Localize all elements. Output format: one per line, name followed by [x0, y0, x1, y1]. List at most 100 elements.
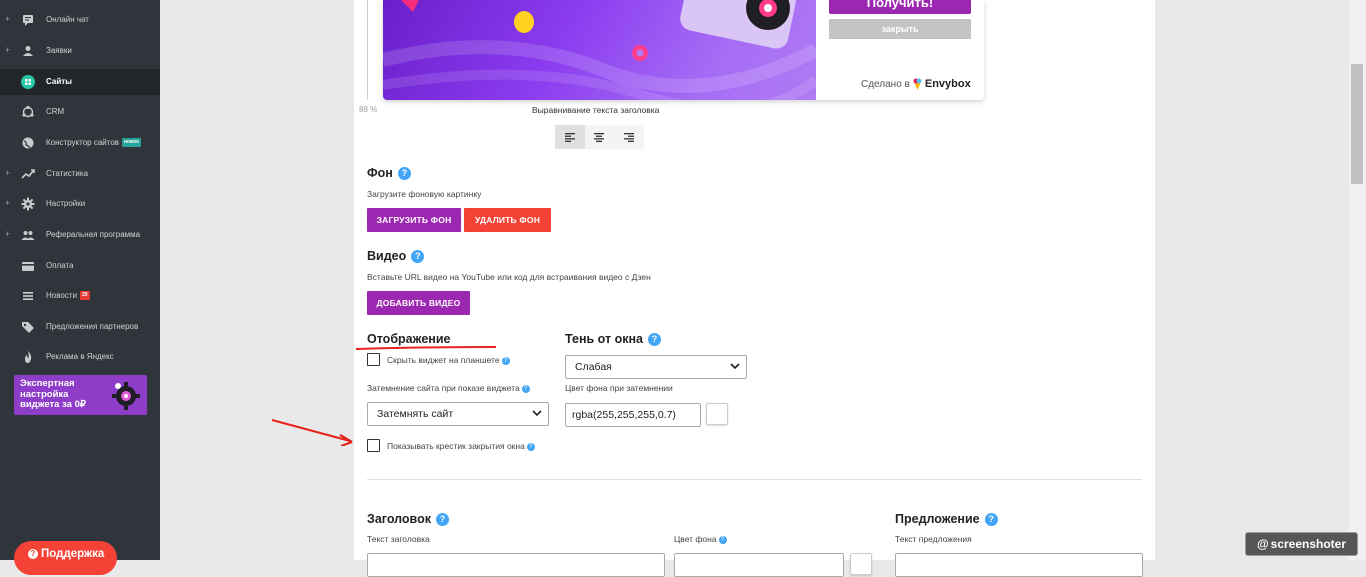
headline-section-title: Заголовок ?: [367, 512, 449, 526]
expand-plus-icon[interactable]: +: [5, 14, 10, 24]
sidebar-item-text: CRM: [46, 107, 65, 116]
help-icon[interactable]: ?: [526, 442, 535, 451]
trend-icon: [21, 167, 35, 181]
display-title: Отображение: [367, 332, 451, 346]
envybox-logo-icon: [913, 78, 922, 90]
sidebar-item-11[interactable]: Реклама в Яндекс: [0, 344, 160, 370]
sidebar-badge: новое: [122, 138, 141, 148]
headline-text-label: Текст заголовка: [367, 534, 430, 544]
card-icon: [21, 259, 35, 273]
made-by: Сделано в Envybox: [861, 78, 971, 90]
headline-title: Заголовок: [367, 512, 431, 526]
help-icon[interactable]: ?: [435, 512, 449, 526]
headline-text-input[interactable]: [367, 553, 665, 577]
sidebar-item-text: Конструктор сайтов: [46, 138, 120, 147]
show-close-cross-label: Показывать крестик закрытия окна?: [387, 441, 535, 451]
support-button[interactable]: ? Поддержка: [14, 541, 117, 575]
promo-banner[interactable]: Экспертная настройка виджета за 0₽: [14, 375, 147, 415]
page-scrollbar[interactable]: [1349, 0, 1366, 560]
sidebar-item-0[interactable]: + Онлайн чат: [0, 7, 160, 33]
show-close-cross-label-text: Показывать крестик закрытия окна: [387, 441, 525, 451]
hide-tablet-checkbox[interactable]: [367, 353, 380, 366]
sites-grid-icon: [21, 75, 35, 89]
delete-background-button[interactable]: УДАЛИТЬ ФОН: [464, 208, 551, 232]
help-icon[interactable]: ?: [411, 249, 425, 263]
at-icon: @: [1256, 537, 1269, 551]
video-section-title: Видео ?: [367, 249, 425, 263]
add-video-button[interactable]: ДОБАВИТЬ ВИДЕО: [367, 291, 470, 315]
headline-bg-color-input[interactable]: [674, 553, 844, 577]
question-icon: ?: [28, 549, 38, 559]
offer-section-title: Предложение ?: [895, 512, 998, 526]
dim-site-label: Затемнение сайта при показе виджета?: [367, 383, 530, 393]
align-left-icon: [564, 132, 575, 142]
align-left-button[interactable]: [555, 125, 585, 149]
sidebar-item-9[interactable]: Новости 20: [0, 283, 160, 309]
sidebar-item-label: Реклама в Яндекс: [46, 351, 114, 363]
background-hint: Загрузите фоновую картинку: [367, 189, 482, 199]
offer-title: Предложение: [895, 512, 980, 526]
background-section-title: Фон ?: [367, 166, 411, 180]
expand-plus-icon[interactable]: +: [5, 198, 10, 208]
sidebar-item-text: Оплата: [46, 261, 74, 270]
sidebar-item-7[interactable]: + Реферальная программа: [0, 222, 160, 248]
upload-background-button[interactable]: ЗАГРУЗИТЬ ФОН: [367, 208, 461, 232]
sidebar-item-1[interactable]: + Заявки: [0, 38, 160, 64]
help-icon[interactable]: ?: [718, 535, 727, 544]
sidebar-item-4[interactable]: Конструктор сайтов новое: [0, 130, 160, 156]
expand-plus-icon[interactable]: +: [5, 45, 10, 55]
sidebar-item-label: Настройки: [46, 198, 85, 210]
dim-site-select[interactable]: Затемнять сайт: [367, 402, 549, 426]
hide-tablet-label: Скрыть виджет на планшете?: [387, 355, 510, 365]
tag-icon: [21, 320, 35, 334]
sidebar-item-5[interactable]: + Статистика: [0, 161, 160, 187]
promo-text: Экспертная настройка виджета за 0₽: [20, 378, 86, 410]
headline-bg-color-label: Цвет фона?: [674, 534, 727, 544]
help-icon[interactable]: ?: [984, 512, 998, 526]
align-right-button[interactable]: [614, 125, 644, 149]
sidebar-item-2[interactable]: Сайты: [0, 69, 160, 95]
sidebar-item-6[interactable]: + Настройки: [0, 191, 160, 217]
sidebar-item-label: Сайты: [46, 76, 72, 88]
sidebar-item-text: Онлайн чат: [46, 15, 89, 24]
help-icon[interactable]: ?: [397, 166, 411, 180]
align-center-button[interactable]: [584, 125, 615, 149]
expand-plus-icon[interactable]: +: [5, 229, 10, 239]
preview-divider: [367, 0, 368, 100]
expand-plus-icon[interactable]: +: [5, 168, 10, 178]
dim-site-label-text: Затемнение сайта при показе виджета: [367, 383, 520, 393]
sidebar-item-10[interactable]: Предложения партнеров: [0, 314, 160, 340]
gear-icon: [21, 197, 35, 211]
preview-close-button[interactable]: закрыть: [829, 19, 971, 39]
sidebar-item-label: Предложения партнеров: [46, 321, 138, 333]
help-icon[interactable]: ?: [648, 332, 661, 346]
headline-bg-color-swatch[interactable]: [850, 553, 872, 575]
help-icon[interactable]: ?: [521, 384, 530, 393]
sidebar-item-3[interactable]: CRM: [0, 99, 160, 125]
chevron-down-icon: [730, 363, 740, 370]
dim-site-value: Затемнять сайт: [377, 408, 454, 420]
preview-decoration: [383, 0, 820, 100]
sidebar-item-label: Реферальная программа: [46, 229, 140, 241]
chevron-down-icon: [532, 410, 542, 417]
widget-preview: Получить! закрыть Сделано в Envybox: [383, 0, 984, 100]
shadow-select[interactable]: Слабая: [565, 355, 747, 379]
scrollbar-thumb[interactable]: [1351, 64, 1363, 184]
zoom-level: 88 %: [359, 105, 378, 114]
dim-color-label: Цвет фона при затемнении: [565, 383, 673, 393]
dim-color-swatch[interactable]: [706, 403, 728, 425]
globe-icon: [21, 136, 35, 150]
headline-bg-color-label-text: Цвет фона: [674, 534, 717, 544]
show-close-cross-checkbox[interactable]: [367, 439, 380, 452]
sidebar-item-label: Оплата: [46, 260, 74, 272]
sidebar-item-8[interactable]: Оплата: [0, 253, 160, 279]
dim-color-input[interactable]: rgba(255,255,255,0.7): [565, 403, 701, 427]
offer-text-input[interactable]: [895, 553, 1143, 577]
align-right-icon: [623, 132, 634, 142]
sidebar-item-label: Заявки: [46, 45, 72, 57]
help-icon[interactable]: ?: [501, 356, 510, 365]
sidebar-item-text: Сайты: [46, 77, 72, 86]
title-alignment-group: [555, 125, 644, 149]
dim-color-value: rgba(255,255,255,0.7): [572, 409, 676, 421]
get-offer-button[interactable]: Получить!: [829, 0, 971, 14]
